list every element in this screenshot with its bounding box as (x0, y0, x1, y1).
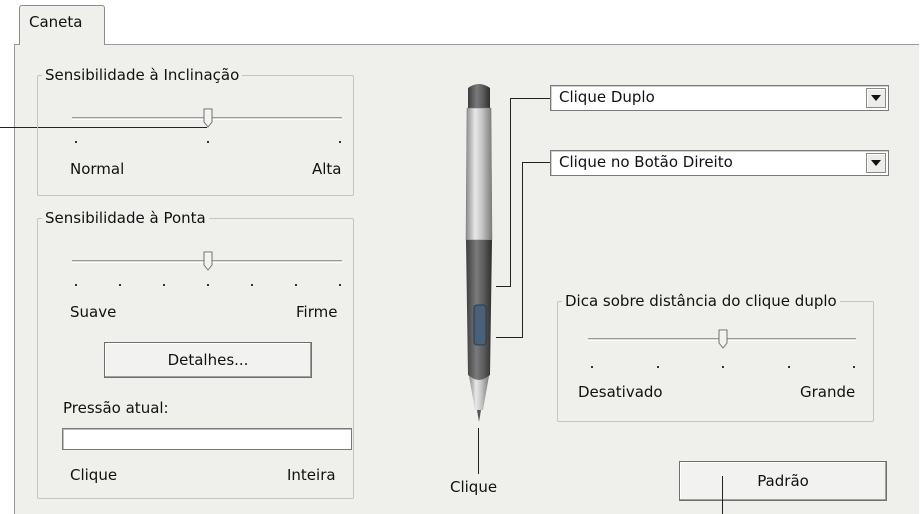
tip-tick (295, 284, 297, 286)
tip-tick (251, 284, 253, 286)
tab-label: Caneta (29, 13, 83, 31)
lower-button-leader-bottom (496, 337, 523, 338)
tab-caneta[interactable]: Caneta (19, 5, 105, 45)
lower-button-leader (522, 162, 523, 337)
lower-button-leader-top (522, 162, 550, 163)
chevron-down-icon[interactable] (866, 88, 886, 108)
pressure-label: Pressão atual: (63, 399, 169, 417)
double-click-tick (788, 366, 790, 368)
tip-slider-thumb[interactable] (203, 251, 213, 271)
upper-button-select[interactable]: Clique Duplo (550, 85, 889, 111)
tilt-tick (339, 141, 341, 143)
double-click-tick (591, 366, 593, 368)
pressure-max-label: Inteira (287, 466, 336, 484)
pen-illustration (465, 84, 493, 422)
tip-tick (207, 284, 209, 286)
pressure-min-label: Clique (70, 466, 118, 484)
double-click-min-label: Desativado (578, 383, 663, 401)
double-click-slider-thumb[interactable] (718, 329, 728, 349)
tilt-slider-thumb[interactable] (203, 108, 213, 128)
double-click-distance-group: Dica sobre distância do clique duplo (557, 292, 874, 422)
chevron-down-icon[interactable] (866, 153, 886, 173)
pen-tip-leader (478, 428, 479, 474)
upper-button-select-value: Clique Duplo (559, 88, 655, 106)
tilt-sensitivity-legend: Sensibilidade à Inclinação (45, 66, 240, 84)
tip-tick (339, 284, 341, 286)
pressure-meter (62, 428, 352, 450)
tip-max-label: Firme (296, 303, 338, 321)
tip-sensitivity-legend: Sensibilidade à Ponta (45, 209, 206, 227)
pen-tip-label: Clique (450, 478, 498, 496)
lower-button-select-value: Clique no Botão Direito (559, 153, 733, 171)
upper-button-leader-bottom (496, 286, 511, 287)
tilt-tick (207, 141, 209, 143)
tip-tick (75, 284, 77, 286)
double-click-distance-legend: Dica sobre distância do clique duplo (565, 292, 837, 310)
upper-button-leader-top (510, 98, 550, 99)
tip-tick (163, 284, 165, 286)
tilt-max-label: Alta (312, 160, 342, 178)
tilt-min-label: Normal (70, 160, 125, 178)
default-button-leader (722, 476, 723, 514)
lower-button-select[interactable]: Clique no Botão Direito (550, 150, 889, 176)
tip-tick (119, 284, 121, 286)
tip-min-label: Suave (70, 303, 117, 321)
double-click-tick (853, 366, 855, 368)
default-button[interactable]: Padrão (679, 461, 887, 501)
tilt-tick (75, 141, 77, 143)
double-click-tick (722, 366, 724, 368)
double-click-tick (657, 366, 659, 368)
double-click-max-label: Grande (800, 383, 856, 401)
upper-button-leader (510, 98, 511, 286)
details-button[interactable]: Detalhes... (104, 342, 312, 378)
